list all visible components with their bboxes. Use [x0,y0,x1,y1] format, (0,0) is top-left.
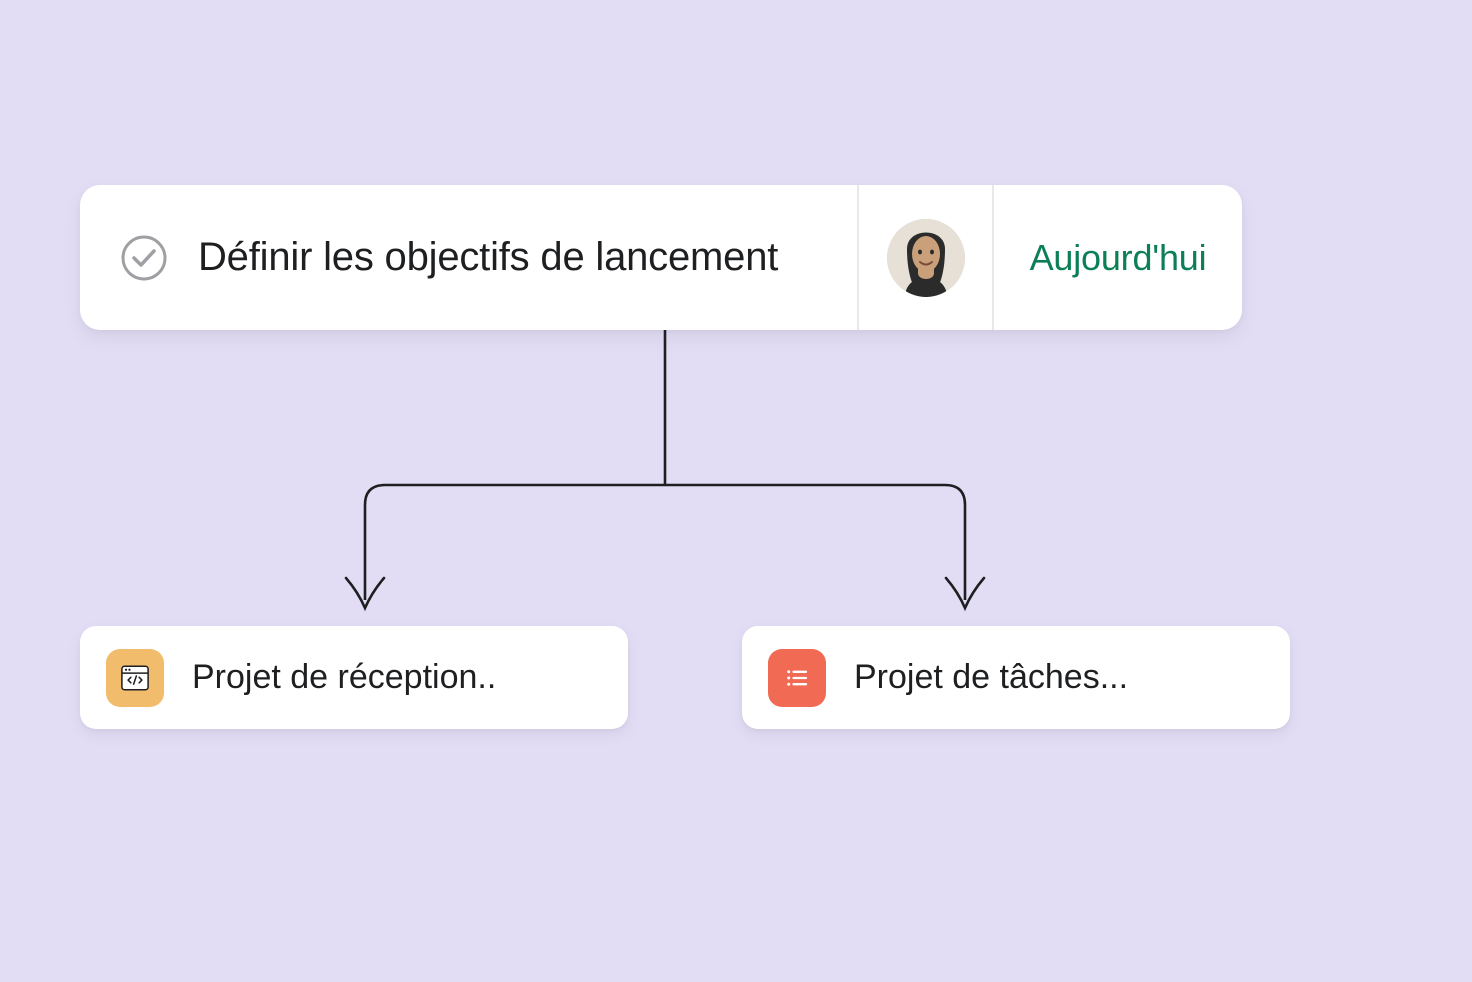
list-icon [768,649,826,707]
connector-arrows [340,330,990,630]
check-circle-icon[interactable] [120,234,168,282]
code-window-icon [106,649,164,707]
task-title: Définir les objectifs de lancement [198,235,778,280]
assignee-cell[interactable] [857,185,992,330]
project-card-tasks[interactable]: Projet de tâches... [742,626,1290,729]
due-date-label: Aujourd'hui [1030,237,1207,279]
avatar [887,219,965,297]
task-main: Définir les objectifs de lancement [80,185,857,330]
project-card-reception[interactable]: Projet de réception.. [80,626,628,729]
task-card[interactable]: Définir les objectifs de lancement [80,185,1242,330]
due-date-cell[interactable]: Aujourd'hui [992,185,1242,330]
project-label: Projet de tâches... [854,658,1128,697]
project-label: Projet de réception.. [192,658,496,697]
